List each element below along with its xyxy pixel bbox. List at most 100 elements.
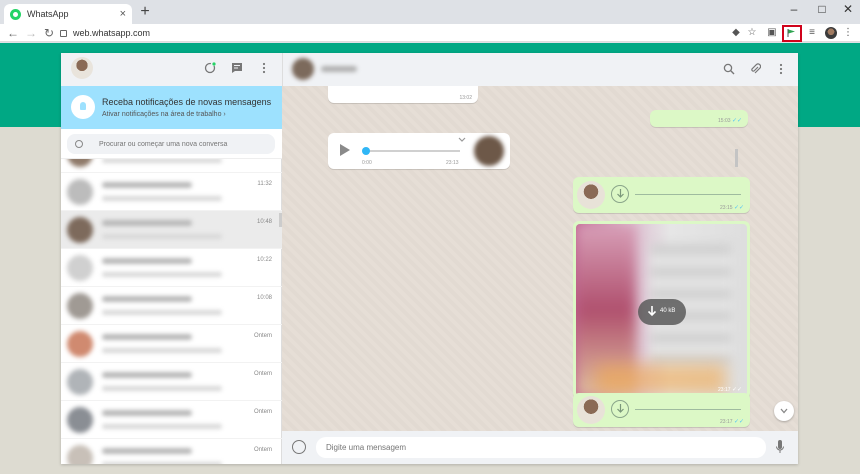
reload-icon[interactable]: ↻ xyxy=(42,25,56,41)
new-chat-icon[interactable] xyxy=(231,62,243,74)
voice-message-outgoing[interactable]: 23:15 ✓✓ xyxy=(573,177,750,213)
scroll-down-button[interactable] xyxy=(774,401,794,421)
menu-kebab-icon[interactable] xyxy=(258,62,270,74)
chat-name xyxy=(102,296,192,302)
search-icon[interactable] xyxy=(723,63,735,75)
download-arrow-icon xyxy=(648,306,656,317)
tab-title: WhatsApp xyxy=(27,9,69,19)
chat-name xyxy=(102,220,192,226)
profile-avatar[interactable] xyxy=(825,27,837,39)
contact-avatar[interactable] xyxy=(292,58,314,80)
chat-list-item[interactable]: Ontem xyxy=(61,439,282,464)
tab-close-icon[interactable]: × xyxy=(120,8,126,20)
search-box xyxy=(67,134,275,154)
chat-list-item[interactable]: 11:32 xyxy=(61,173,282,211)
attach-clip-icon[interactable] xyxy=(749,63,761,75)
window-close-button[interactable]: ✕ xyxy=(838,2,858,16)
my-avatar xyxy=(577,396,605,424)
blurred-image[interactable]: 40 kB 23:17 ✓✓ xyxy=(576,224,747,396)
conversation-header[interactable] xyxy=(282,53,798,86)
new-tab-button[interactable]: + xyxy=(137,4,153,20)
voice-message-outgoing[interactable]: 23:17 ✓✓ xyxy=(573,393,750,427)
window-maximize-button[interactable]: □ xyxy=(812,2,832,16)
message-time: 23:15 xyxy=(720,205,733,211)
chat-list-item[interactable]: 10:08 xyxy=(61,287,282,325)
window-minimize-button[interactable]: – xyxy=(784,2,804,16)
chat-preview xyxy=(102,348,222,353)
play-icon[interactable] xyxy=(340,144,350,156)
download-image-button[interactable]: 40 kB xyxy=(638,299,686,325)
chat-name xyxy=(102,448,192,454)
browser-menu-icon[interactable]: ⋮ xyxy=(842,27,854,39)
conversation-pane: 13:02 15:03 ✓✓ 0:00 23:13 23:15 ✓✓ 40 kB… xyxy=(282,53,798,464)
address-bar[interactable]: web.whatsapp.com xyxy=(60,26,720,40)
chat-list-item[interactable] xyxy=(61,159,282,173)
bell-off-icon xyxy=(71,95,95,119)
chat-avatar xyxy=(67,445,93,464)
chat-list-item[interactable]: Ontem xyxy=(61,401,282,439)
chevron-down-icon[interactable] xyxy=(458,137,466,143)
chat-preview xyxy=(102,310,222,315)
emoji-icon[interactable] xyxy=(292,440,306,454)
audio-progress-track[interactable] xyxy=(635,194,741,195)
chat-name xyxy=(102,182,192,188)
message-incoming[interactable]: 13:02 xyxy=(328,86,478,103)
lock-icon xyxy=(60,29,67,37)
browser-toolbar: ← → ↻ web.whatsapp.com ◆ ☆ ▣ ≡ ⋮ xyxy=(0,24,860,42)
search-input[interactable] xyxy=(99,140,259,148)
cast-icon[interactable]: ▣ xyxy=(766,27,778,39)
composer xyxy=(282,431,798,464)
chat-time: Ontem xyxy=(253,447,272,453)
message-time: 23:17 xyxy=(720,419,733,425)
notification-title: Receba notificações de novas mensagens xyxy=(102,97,272,107)
chat-avatar xyxy=(67,331,93,357)
chat-avatar xyxy=(67,407,93,433)
url-text: web.whatsapp.com xyxy=(73,28,151,38)
chat-list-item[interactable]: Ontem xyxy=(61,363,282,401)
conversation-scrollbar[interactable] xyxy=(735,149,738,167)
download-audio-button[interactable] xyxy=(611,185,629,203)
audio-progress-track[interactable] xyxy=(635,409,741,410)
chat-time: 10:08 xyxy=(256,295,272,301)
read-ticks-icon: ✓✓ xyxy=(733,205,744,211)
audio-scrubber[interactable] xyxy=(362,147,370,155)
search-icon xyxy=(75,140,83,148)
chat-preview xyxy=(102,272,222,277)
whatsapp-app: Receba notificações de novas mensagens A… xyxy=(61,53,798,464)
chat-avatar xyxy=(67,217,93,243)
image-message-outgoing[interactable]: 40 kB 23:17 ✓✓ xyxy=(573,221,750,399)
chat-name xyxy=(102,334,192,340)
extension-puzzle-icon[interactable]: ◆ xyxy=(730,27,742,39)
chat-list-item[interactable]: Ontem xyxy=(61,325,282,363)
search-area xyxy=(61,129,282,159)
download-audio-button[interactable] xyxy=(611,400,629,418)
contact-name xyxy=(321,66,357,72)
menu-kebab-icon[interactable] xyxy=(775,63,787,75)
whatsapp-favicon-icon xyxy=(10,8,21,20)
message-input[interactable] xyxy=(316,437,766,458)
chat-preview xyxy=(102,386,222,391)
chat-preview xyxy=(102,234,222,239)
chat-avatar xyxy=(67,159,93,167)
voice-message-incoming[interactable]: 0:00 23:13 xyxy=(328,133,510,169)
browser-tab-whatsapp[interactable]: WhatsApp × xyxy=(4,4,132,24)
back-arrow-icon[interactable]: ← xyxy=(6,25,20,41)
notification-action-text: Ativar notificações na área de trabalho xyxy=(102,111,222,118)
audio-progress-track[interactable] xyxy=(364,150,460,152)
microphone-icon[interactable] xyxy=(776,440,784,454)
chat-list: 11:32 10:48 10:22 10:08 Ontem Ontem Ontem Ontem xyxy=(61,159,282,464)
message-outgoing[interactable]: 15:03 ✓✓ xyxy=(650,110,748,127)
flag-extension-icon xyxy=(787,29,795,37)
chat-list-item[interactable]: 10:22 xyxy=(61,249,282,287)
my-avatar[interactable] xyxy=(71,57,93,79)
notification-action-link[interactable]: Ativar notificações na área de trabalho … xyxy=(102,111,226,118)
playlist-icon[interactable]: ≡ xyxy=(806,27,818,39)
status-icon[interactable] xyxy=(204,62,216,74)
notification-banner[interactable]: Receba notificações de novas mensagens A… xyxy=(61,86,282,129)
whatsapp-page: Receba notificações de novas mensagens A… xyxy=(0,43,860,474)
bookmark-star-icon[interactable]: ☆ xyxy=(746,27,758,39)
chat-preview xyxy=(102,196,222,201)
chat-list-item[interactable]: 10:48 xyxy=(61,211,282,249)
forward-arrow-icon[interactable]: → xyxy=(24,25,38,41)
read-ticks-icon: ✓✓ xyxy=(733,419,744,425)
